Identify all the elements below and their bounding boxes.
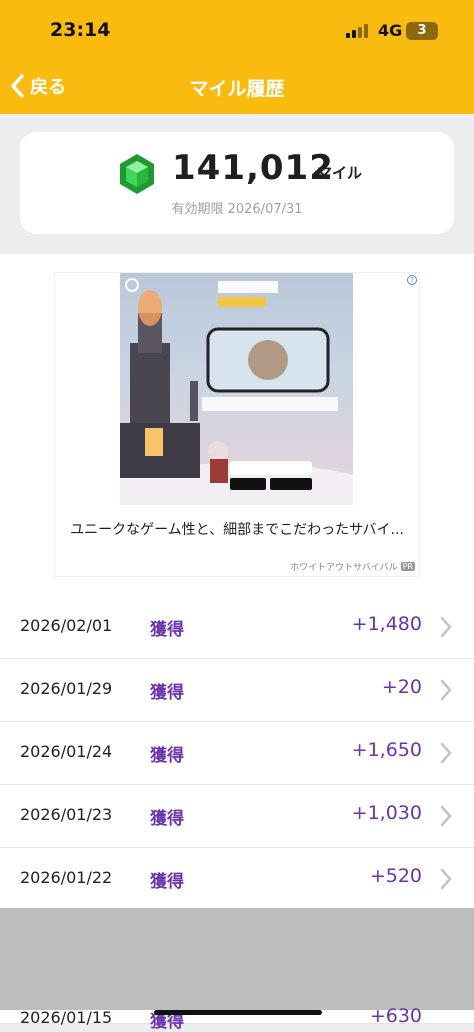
status-time: 23:14	[50, 19, 111, 41]
history-date: 2026/01/24	[20, 742, 113, 761]
history-amount: +1,480	[351, 613, 422, 635]
ad-info-icon[interactable]: ?	[407, 275, 417, 285]
history-row[interactable]: 2026/01/22 獲得 +520	[0, 848, 474, 908]
page-title: マイル履歴	[189, 78, 285, 100]
history-date: 2026/01/29	[20, 679, 113, 698]
header-bar: 23:14 4G 3 戻る マイル履歴	[0, 0, 474, 114]
history-type: 獲得	[150, 620, 184, 640]
history-type: 獲得	[150, 872, 184, 892]
history-date: 2026/01/15	[20, 1008, 113, 1027]
chevron-right-icon	[440, 679, 452, 701]
history-row[interactable]: 2026/01/23 獲得 +1,030	[0, 785, 474, 848]
battery-icon: 3	[406, 22, 438, 40]
history-date: 2026/01/23	[20, 805, 113, 824]
pr-badge: PR	[400, 562, 415, 571]
history-date: 2026/01/22	[20, 868, 113, 887]
miles-value: 141,012	[172, 148, 334, 188]
ad-image[interactable]	[120, 273, 353, 505]
history-amount: +1,650	[351, 739, 422, 761]
home-indicator[interactable]	[154, 1010, 322, 1015]
history-type: 獲得	[150, 683, 184, 703]
history-row[interactable]: 2026/02/01 獲得 +1,480	[0, 596, 474, 659]
chevron-right-icon	[440, 616, 452, 638]
history-amount: +1,030	[351, 802, 422, 824]
history-type: 獲得	[150, 809, 184, 829]
history-row[interactable]: 2026/01/29 獲得 +20	[0, 659, 474, 722]
miles-summary-card: 141,012 マイル 有効期限 2026/07/31	[20, 132, 454, 234]
network-label: 4G	[378, 21, 403, 40]
section-divider	[0, 908, 474, 1010]
nav-bar: 戻る マイル履歴	[0, 60, 474, 114]
ad-source-label: ホワイトアウトサバイバル	[290, 563, 398, 573]
status-bar: 23:14 4G 3	[0, 0, 474, 60]
gem-icon	[120, 154, 154, 194]
ad-description[interactable]: ユニークなゲーム性と、細部までこだわったサバイ...	[55, 519, 419, 539]
expiry-date: 有効期限 2026/07/31	[171, 202, 303, 217]
ad-source: ホワイトアウトサバイバル PR	[290, 560, 415, 573]
history-date: 2026/02/01	[20, 616, 113, 635]
chevron-right-icon	[440, 742, 452, 764]
history-amount: +20	[381, 676, 422, 698]
ad-banner[interactable]: ? ユニークなゲーム性と、細部までこだわったサバイ... ホワイトアウトサバイバ…	[55, 273, 419, 576]
history-row[interactable]: 2026/01/24 獲得 +1,650	[0, 722, 474, 785]
chevron-right-icon	[440, 805, 452, 827]
history-amount: +520	[369, 865, 422, 887]
signal-icon	[346, 24, 368, 38]
miles-unit: マイル	[317, 164, 363, 182]
history-type: 獲得	[150, 746, 184, 766]
chevron-right-icon	[440, 868, 452, 890]
